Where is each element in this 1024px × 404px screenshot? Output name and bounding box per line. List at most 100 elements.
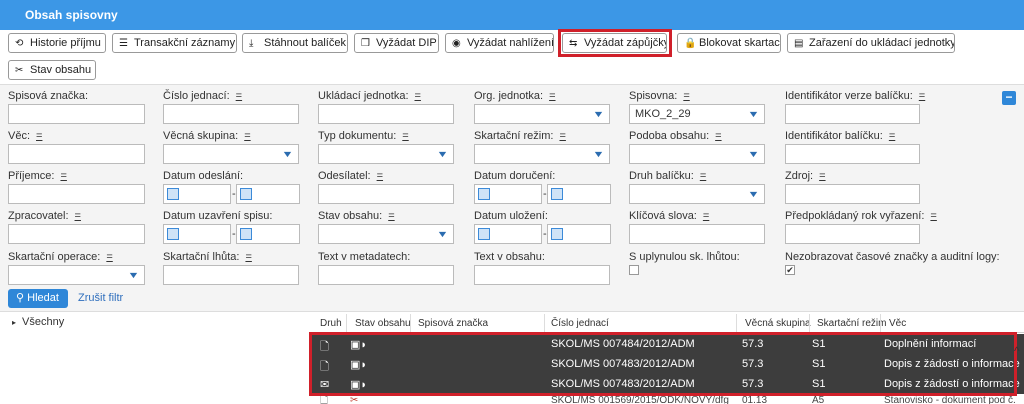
label-skartacni-lhuta: Skartační lhůta: = xyxy=(163,251,252,263)
druh-balicku-select[interactable]: ▼ xyxy=(629,184,765,204)
klicova-slova-input[interactable] xyxy=(629,224,765,244)
datum-uzavreni-to[interactable] xyxy=(236,224,300,244)
filter-panel: − Spisová značka: Číslo jednací: = Ukláda… xyxy=(0,84,1024,312)
status-icon: ▣◗ xyxy=(350,379,368,391)
table-row[interactable]: 🗋 ▣◗ SKOL/MS 007483/2012/ADM 57.3 S1 Dop… xyxy=(312,354,1024,374)
label-zdroj: Zdroj: = xyxy=(785,170,826,182)
vyzadat-zapujcky-button[interactable]: ⇆ Vyžádat zápůjčky xyxy=(562,33,667,53)
table-row[interactable]: 🗋 ✂ SKOL/MS 001569/2015/ODK/NOVY/dfg 01.… xyxy=(312,396,1024,404)
transfer-icon: ⇆ xyxy=(569,38,578,49)
label-identifikator-balicku: Identifikátor balíčku: = xyxy=(785,130,896,142)
search-icon: ⚲ xyxy=(16,292,28,304)
status-icon: ▣◗ xyxy=(350,359,368,371)
odesilatel-input[interactable] xyxy=(318,184,454,204)
datum-ulozeni-to[interactable] xyxy=(547,224,611,244)
datum-doruceni-from[interactable] xyxy=(474,184,542,204)
label-skartacni-operace: Skartační operace: = xyxy=(8,251,113,263)
ukladaci-jednotka-input[interactable] xyxy=(318,104,454,124)
zdroj-input[interactable] xyxy=(785,184,920,204)
chevron-down-icon: ▼ xyxy=(281,149,294,159)
cislo-jednaci-input[interactable] xyxy=(163,104,299,124)
zarazeni-button[interactable]: ▤ Zařazení do ukládací jednotky xyxy=(787,33,955,53)
predpokladany-rok-input[interactable] xyxy=(785,224,920,244)
chevron-up-icon[interactable]: ^ xyxy=(1014,344,1020,358)
label-spisovna: Spisovna: = xyxy=(629,90,690,102)
col-stav-obsahu[interactable]: Stav obsahu xyxy=(355,318,411,329)
collapse-filter-icon[interactable]: − xyxy=(1002,91,1016,105)
prijemce-input[interactable] xyxy=(8,184,145,204)
skartacni-operace-select[interactable]: ▼ xyxy=(8,265,145,285)
vecna-skupina-select[interactable]: ▼ xyxy=(163,144,299,164)
label-klicova-slova: Klíčová slova: = xyxy=(629,210,710,222)
calendar-icon xyxy=(240,228,252,240)
zpracovatel-input[interactable] xyxy=(8,224,145,244)
stav-obsahu-select[interactable]: ▼ xyxy=(318,224,454,244)
page-title: Obsah spisovny xyxy=(25,8,118,22)
calendar-icon xyxy=(551,188,563,200)
vyzadat-nahlizeni-button[interactable]: ◉ Vyžádat nahlížení xyxy=(445,33,554,53)
label-druh-balicku: Druh balíčku: = xyxy=(629,170,707,182)
history-icon: ⟲ xyxy=(15,38,24,49)
caret-right-icon: ▸ xyxy=(12,318,17,327)
skartacni-rezim-select[interactable]: ▼ xyxy=(474,144,610,164)
hledat-button[interactable]: ⚲ Hledat xyxy=(8,289,68,308)
datum-uzavreni-from[interactable] xyxy=(163,224,231,244)
podoba-obsahu-select[interactable]: ▼ xyxy=(629,144,765,164)
spisova-znacka-input[interactable] xyxy=(8,104,145,124)
label-stav-obsahu: Stav obsahu: = xyxy=(318,210,395,222)
table-row[interactable]: 🗋 ▣◗ SKOL/MS 007484/2012/ADM 57.3 S1 Dop… xyxy=(312,334,1024,354)
zrusit-filtr-link[interactable]: Zrušit filtr xyxy=(78,292,123,304)
list-icon: ☰ xyxy=(119,38,128,49)
col-vec[interactable]: Věc xyxy=(889,318,906,329)
text-metadata-input[interactable] xyxy=(318,265,454,285)
tree-root[interactable]: ▸ Všechny xyxy=(12,316,64,328)
calendar-icon xyxy=(167,228,179,240)
chevron-down-icon: ▼ xyxy=(436,149,449,159)
text-obsahu-input[interactable] xyxy=(474,265,610,285)
s-uplynulou-checkbox[interactable] xyxy=(629,265,639,275)
vec-input[interactable] xyxy=(8,144,145,164)
envelope-icon: ✉ xyxy=(320,379,330,391)
label-text-obsahu: Text v obsahu: xyxy=(474,251,545,263)
stahnout-balicek-button[interactable]: ⤓ Stáhnout balíček xyxy=(242,33,348,53)
label-s-uplynulou: S uplynulou sk. lhůtou: xyxy=(629,251,740,263)
stav-obsahu-button[interactable]: ✂ Stav obsahu xyxy=(8,60,96,80)
chevron-down-icon: ▼ xyxy=(747,109,760,119)
col-druh[interactable]: Druh xyxy=(320,318,342,329)
label-vec: Věc: = xyxy=(8,130,43,142)
org-jednotka-select[interactable]: ▼ xyxy=(474,104,610,124)
blokovat-skartaci-button[interactable]: 🔒 Blokovat skartaci xyxy=(677,33,781,53)
datum-doruceni-to[interactable] xyxy=(547,184,611,204)
datum-odeslani-from[interactable] xyxy=(163,184,231,204)
transakcni-zaznamy-button[interactable]: ☰ Transakční záznamy xyxy=(112,33,237,53)
label-identifikator-verze: Identifikátor verze balíčku: = xyxy=(785,90,926,102)
calendar-icon xyxy=(478,188,490,200)
label-datum-uzavreni: Datum uzavření spisu: xyxy=(163,210,273,222)
datum-ulozeni-from[interactable] xyxy=(474,224,542,244)
col-vecna-skupina[interactable]: Věcná skupina xyxy=(745,318,811,329)
download-icon: ⤓ xyxy=(249,38,254,49)
table-row[interactable]: ✉ ▣◗ SKOL/MS 007483/2012/ADM 57.3 S1 Dop… xyxy=(312,374,1024,394)
label-odesilatel: Odesílatel: = xyxy=(318,170,384,182)
typ-dokumentu-select[interactable]: ▼ xyxy=(318,144,454,164)
nezobrazovat-checkbox[interactable]: ✔ xyxy=(785,265,795,275)
label-typ-dokumentu: Typ dokumentu: = xyxy=(318,130,409,142)
label-text-metadata: Text v metadatech: xyxy=(318,251,411,263)
historie-prijmu-button[interactable]: ⟲ Historie příjmu xyxy=(8,33,106,53)
col-spisova-znacka[interactable]: Spisová značka xyxy=(418,318,488,329)
datum-odeslani-to[interactable] xyxy=(236,184,300,204)
chevron-down-icon: ▼ xyxy=(747,189,760,199)
calendar-icon xyxy=(240,188,252,200)
col-cislo-jednaci[interactable]: Číslo jednací xyxy=(551,318,609,329)
label-ukladaci-jednotka: Ukládací jednotka: = xyxy=(318,90,421,102)
identifikator-verze-input[interactable] xyxy=(785,104,920,124)
col-skartacni-rezim[interactable]: Skartační režim xyxy=(817,318,886,329)
label-spisova-znacka: Spisová značka: xyxy=(8,90,89,102)
vyzadat-dip-button[interactable]: ❒ Vyžádat DIP xyxy=(354,33,439,53)
spisovna-select[interactable]: MKO_2_29 ▼ xyxy=(629,104,765,124)
label-nezobrazovat: Nezobrazovat časové značky a auditní log… xyxy=(785,251,1000,263)
skartacni-lhuta-input[interactable] xyxy=(163,265,299,285)
scissors-icon: ✂ xyxy=(15,65,24,76)
lock-icon: 🔒 xyxy=(684,38,697,49)
identifikator-balicku-input[interactable] xyxy=(785,144,920,164)
